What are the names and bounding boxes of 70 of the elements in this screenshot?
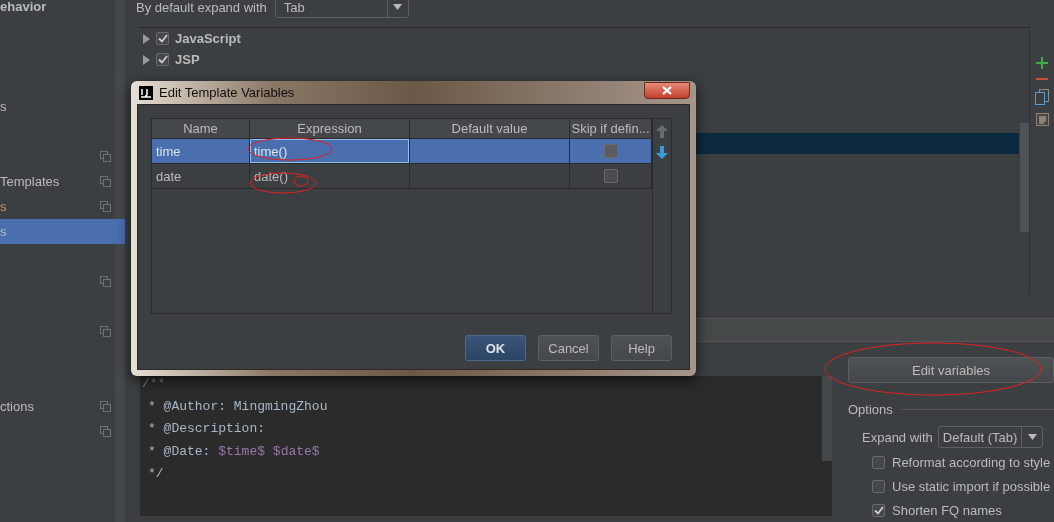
checkbox-label: Shorten FQ names [892, 502, 1002, 518]
add-icon[interactable] [1036, 57, 1048, 69]
sidebar-label: ehavior [0, 0, 47, 14]
scrollbar[interactable] [822, 376, 832, 461]
column-header[interactable]: Expression [250, 119, 410, 139]
copy-icon [100, 201, 111, 212]
minus-icon[interactable] [1036, 77, 1048, 81]
tree-checkbox[interactable] [156, 53, 169, 66]
dialog-title: Edit Template Variables [159, 85, 296, 100]
expand-with-label: Expand with [862, 429, 933, 445]
scrollbar[interactable] [1020, 123, 1029, 232]
edit-variables-button[interactable]: Edit variables [848, 357, 1054, 383]
table-cell: date [152, 164, 250, 189]
close-button[interactable] [644, 81, 690, 99]
expand-arrow-icon[interactable] [143, 54, 150, 65]
sidebar-label: s [0, 199, 7, 214]
copy-icon [100, 326, 111, 337]
code-line: * @Description: [147, 420, 267, 438]
copy-icon [100, 401, 111, 412]
options-heading: Options [848, 402, 893, 417]
checkbox[interactable] [603, 144, 618, 158]
move-up-icon[interactable] [656, 125, 668, 138]
column-header[interactable]: Name [152, 119, 250, 139]
dialog-button[interactable]: Help [611, 335, 672, 361]
column-header[interactable]: Skip if defin... [570, 119, 652, 139]
expand-with-dropdown[interactable]: Default (Tab) [937, 426, 1044, 448]
caret-icon [1027, 434, 1037, 440]
code-line: /** [142, 375, 167, 393]
table-cell: time [152, 139, 250, 164]
copy-icon [100, 151, 111, 162]
close-icon [662, 85, 672, 95]
copy-icon [100, 176, 111, 187]
copy-icon[interactable] [1035, 89, 1049, 105]
app-icon [139, 85, 153, 100]
dialog-button[interactable]: OK [465, 335, 526, 361]
sidebar-item[interactable]: ehavior [0, 0, 125, 19]
code-line: */ [147, 465, 165, 483]
tree-checkbox[interactable] [156, 32, 169, 45]
dialog-button[interactable]: Cancel [538, 335, 599, 361]
expand-arrow-icon[interactable] [143, 33, 150, 44]
table-cell: time() [250, 139, 410, 164]
sidebar-item[interactable]: ctions [0, 394, 125, 419]
tree-row[interactable]: JSP [138, 49, 1019, 70]
expand-label: By default expand with [136, 0, 267, 15]
sidebar-label: Templates [0, 174, 60, 189]
list-icon[interactable] [1035, 113, 1049, 126]
code-line: * @Date: $time$ $date$ [147, 442, 321, 461]
copy-icon [100, 276, 111, 287]
tree-label: JSP [175, 52, 200, 67]
expand-dropdown[interactable]: Tab [274, 0, 409, 18]
sidebar-label: s [0, 224, 7, 239]
column-header[interactable]: Default value [410, 119, 570, 139]
sidebar-label: s [0, 99, 7, 114]
sidebar-label: ctions [0, 399, 34, 414]
move-down-icon[interactable] [656, 146, 668, 159]
sidebar-item[interactable]: s [0, 194, 125, 219]
tree-row[interactable]: JavaScript [138, 28, 1019, 49]
code-line: * @Author: MingmingZhou [147, 397, 329, 416]
sidebar-item[interactable]: s [0, 94, 125, 119]
code-editor[interactable]: /** * @Author: MingmingZhou * @Description: * @Date: $time$ $date$ */ [140, 376, 832, 516]
checkbox-label: Reformat according to style [892, 454, 1051, 470]
copy-icon [100, 426, 111, 437]
checkbox[interactable] [603, 169, 618, 183]
checkbox[interactable] [872, 479, 885, 493]
checkbox[interactable] [872, 503, 885, 517]
checkbox[interactable] [872, 455, 885, 469]
sidebar-item[interactable]: Templates [0, 169, 125, 194]
caret-icon [393, 4, 403, 10]
checkbox-label: Use static import if possible [892, 478, 1051, 494]
tree-label: JavaScript [175, 31, 241, 46]
